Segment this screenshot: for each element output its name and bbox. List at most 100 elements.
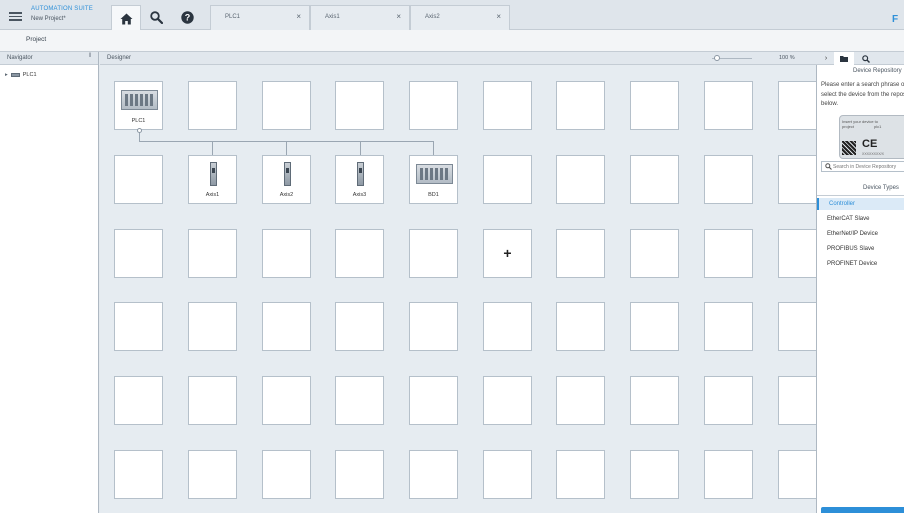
empty-slot[interactable] — [409, 376, 458, 425]
device-type-ethercat-slave[interactable]: EtherCAT Slave — [817, 213, 904, 225]
empty-slot[interactable] — [704, 81, 753, 130]
device-search-input[interactable] — [833, 163, 904, 171]
empty-slot[interactable] — [114, 302, 163, 351]
empty-slot[interactable] — [556, 450, 605, 499]
ribbon: Project — [0, 30, 904, 52]
empty-slot[interactable] — [188, 376, 237, 425]
close-icon[interactable]: × — [296, 12, 301, 21]
empty-slot[interactable] — [335, 229, 384, 278]
empty-slot[interactable] — [114, 376, 163, 425]
empty-slot[interactable] — [704, 229, 753, 278]
menu-icon[interactable] — [9, 12, 22, 21]
empty-slot[interactable] — [188, 302, 237, 351]
empty-slot[interactable] — [778, 81, 816, 130]
empty-slot[interactable] — [335, 81, 384, 130]
device-cell[interactable]: BD1 — [409, 155, 458, 204]
add-device-button[interactable] — [821, 507, 904, 513]
empty-slot[interactable] — [262, 376, 311, 425]
empty-slot[interactable] — [114, 229, 163, 278]
device-cell[interactable]: PLC1 — [114, 81, 163, 130]
empty-slot[interactable] — [114, 450, 163, 499]
empty-slot[interactable] — [778, 229, 816, 278]
ce-mark: CE — [862, 138, 878, 150]
repository-tab-button[interactable] — [834, 52, 854, 65]
tab-label: Axis2 — [425, 14, 440, 20]
close-icon[interactable]: × — [396, 12, 401, 21]
empty-slot[interactable] — [556, 229, 605, 278]
empty-slot[interactable] — [483, 376, 532, 425]
empty-slot[interactable] — [262, 229, 311, 278]
empty-slot[interactable] — [630, 229, 679, 278]
tab-axis2[interactable]: Axis2 × — [410, 5, 510, 30]
empty-slot[interactable] — [778, 376, 816, 425]
plc-icon — [10, 72, 20, 77]
zoom-slider-handle[interactable] — [714, 55, 720, 61]
empty-slot[interactable] — [262, 81, 311, 130]
empty-slot[interactable] — [188, 229, 237, 278]
empty-slot[interactable] — [335, 376, 384, 425]
repository-search-button[interactable] — [856, 52, 876, 65]
hint-line: below. — [821, 101, 839, 107]
bus-line — [212, 141, 213, 155]
device-type-controller[interactable]: Controller — [817, 198, 904, 210]
add-device-slot[interactable]: + — [483, 229, 532, 278]
empty-slot[interactable] — [556, 376, 605, 425]
empty-slot[interactable] — [188, 450, 237, 499]
empty-slot[interactable] — [704, 450, 753, 499]
tree-item-plc1[interactable]: ▸ PLC1 — [5, 70, 37, 79]
pin-icon[interactable]: ǁ — [89, 53, 91, 59]
search-button[interactable] — [141, 5, 171, 30]
card-text: plc1 — [874, 124, 882, 129]
empty-slot[interactable] — [556, 81, 605, 130]
device-search-box[interactable] — [821, 161, 904, 172]
empty-slot[interactable] — [483, 302, 532, 351]
empty-slot[interactable] — [778, 155, 816, 204]
empty-slot[interactable] — [409, 229, 458, 278]
folder-icon — [840, 56, 848, 62]
collapse-icon[interactable]: › — [816, 52, 836, 65]
hint-line: Please enter a search phrase or — [821, 82, 904, 88]
tab-plc1[interactable]: PLC1 × — [210, 5, 310, 30]
drive-device-icon — [357, 162, 364, 186]
designer-title: Designer — [107, 55, 132, 61]
device-cell[interactable]: Axis3 — [335, 155, 384, 204]
device-type-ethernet-ip-device[interactable]: EtherNet/IP Device — [817, 228, 904, 240]
empty-slot[interactable] — [630, 81, 679, 130]
empty-slot[interactable] — [704, 376, 753, 425]
connection-port[interactable] — [137, 128, 142, 133]
empty-slot[interactable] — [335, 302, 384, 351]
empty-slot[interactable] — [483, 450, 532, 499]
empty-slot[interactable] — [778, 450, 816, 499]
empty-slot[interactable] — [335, 450, 384, 499]
empty-slot[interactable] — [556, 155, 605, 204]
close-icon[interactable]: × — [496, 12, 501, 21]
help-button[interactable]: ? — [172, 5, 202, 30]
ribbon-tab-project[interactable]: Project — [26, 36, 46, 43]
empty-slot[interactable] — [188, 81, 237, 130]
empty-slot[interactable] — [704, 302, 753, 351]
empty-slot[interactable] — [630, 302, 679, 351]
empty-slot[interactable] — [409, 450, 458, 499]
expand-icon[interactable]: ▸ — [5, 72, 8, 78]
empty-slot[interactable] — [483, 155, 532, 204]
empty-slot[interactable] — [114, 155, 163, 204]
device-cell[interactable]: Axis1 — [188, 155, 237, 204]
device-cell[interactable]: Axis2 — [262, 155, 311, 204]
device-type-profinet-device[interactable]: PROFINET Device — [817, 258, 904, 270]
device-type-profibus-slave[interactable]: PROFIBUS Slave — [817, 243, 904, 255]
empty-slot[interactable] — [262, 302, 311, 351]
device-label-image: Insert your device to project plc1 CE XX… — [839, 115, 904, 159]
empty-slot[interactable] — [630, 376, 679, 425]
empty-slot[interactable] — [409, 81, 458, 130]
empty-slot[interactable] — [630, 450, 679, 499]
empty-slot[interactable] — [556, 302, 605, 351]
empty-slot[interactable] — [262, 450, 311, 499]
empty-slot[interactable] — [483, 81, 532, 130]
empty-slot[interactable] — [704, 155, 753, 204]
empty-slot[interactable] — [409, 302, 458, 351]
empty-slot[interactable] — [630, 155, 679, 204]
device-grid: PLC1 Axis1 Axis2 Axis3 BD1 + — [100, 65, 816, 513]
empty-slot[interactable] — [778, 302, 816, 351]
tab-axis1[interactable]: Axis1 × — [310, 5, 410, 30]
home-button[interactable] — [111, 5, 141, 31]
